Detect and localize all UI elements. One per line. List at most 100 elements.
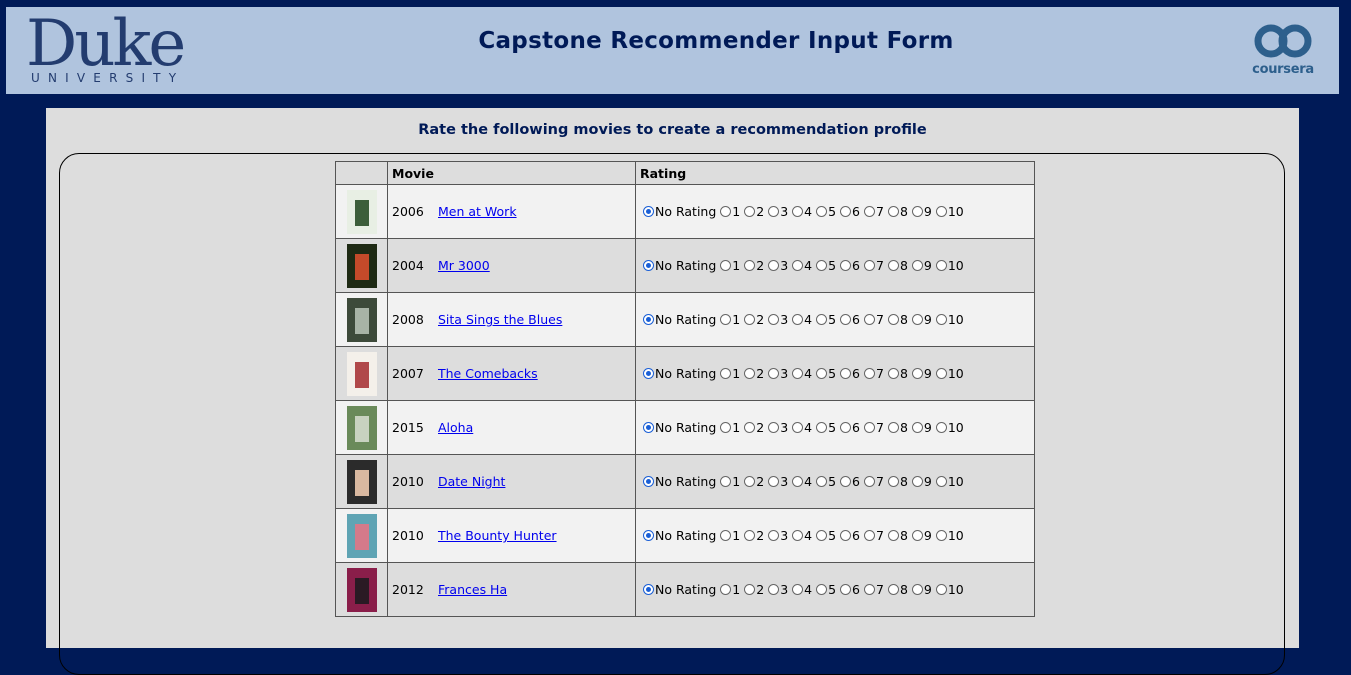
rating-radio[interactable]	[816, 368, 828, 379]
movie-title-link[interactable]: Sita Sings the Blues	[438, 312, 562, 327]
rating-radio[interactable]	[887, 584, 899, 595]
rating-radio[interactable]	[935, 422, 947, 433]
rating-option[interactable]: 5	[816, 582, 836, 597]
rating-option[interactable]: 5	[816, 528, 836, 543]
rating-radio[interactable]	[768, 260, 780, 271]
rating-option[interactable]: 1	[720, 204, 740, 219]
rating-radio[interactable]	[768, 422, 780, 433]
rating-option[interactable]: 3	[768, 366, 788, 381]
movie-title-link[interactable]: Men at Work	[438, 204, 517, 219]
rating-option[interactable]: 6	[840, 582, 860, 597]
rating-radio[interactable]	[935, 530, 947, 541]
movie-title-link[interactable]: Mr 3000	[438, 258, 490, 273]
rating-radio[interactable]	[887, 260, 899, 271]
rating-radio[interactable]	[720, 530, 732, 541]
rating-option[interactable]: 5	[816, 312, 836, 327]
rating-option[interactable]: 4	[792, 420, 812, 435]
rating-radio[interactable]	[744, 476, 756, 487]
rating-option[interactable]: No Rating	[643, 420, 716, 435]
rating-option[interactable]: 7	[864, 204, 884, 219]
rating-radio[interactable]	[911, 422, 923, 433]
rating-option[interactable]: 2	[744, 258, 764, 273]
rating-radio[interactable]	[744, 584, 756, 595]
rating-option[interactable]: 9	[911, 258, 932, 273]
rating-radio[interactable]	[720, 476, 732, 487]
rating-radio[interactable]	[864, 314, 875, 325]
rating-option[interactable]: 3	[768, 258, 788, 273]
rating-option[interactable]: 6	[840, 312, 860, 327]
rating-option[interactable]: 2	[744, 528, 764, 543]
rating-option[interactable]: No Rating	[643, 528, 716, 543]
rating-option[interactable]: 8	[887, 582, 908, 597]
rating-option[interactable]: 4	[792, 474, 812, 489]
rating-option[interactable]: 6	[840, 420, 860, 435]
rating-option[interactable]: 5	[816, 474, 836, 489]
rating-option[interactable]: 3	[768, 204, 788, 219]
rating-radio[interactable]	[744, 314, 756, 325]
rating-radio[interactable]	[792, 422, 804, 433]
rating-radio[interactable]	[792, 314, 804, 325]
rating-radio[interactable]	[744, 260, 756, 271]
rating-option[interactable]: 6	[840, 204, 860, 219]
movie-title-link[interactable]: The Bounty Hunter	[438, 528, 557, 543]
rating-radio[interactable]	[864, 530, 875, 541]
rating-option[interactable]: 3	[768, 474, 788, 489]
rating-option[interactable]: 10	[935, 420, 964, 435]
rating-radio[interactable]	[816, 206, 828, 217]
movie-title-link[interactable]: Date Night	[438, 474, 505, 489]
rating-option[interactable]: 9	[911, 204, 932, 219]
rating-option[interactable]: 10	[935, 312, 964, 327]
rating-radio[interactable]	[768, 368, 780, 379]
rating-option[interactable]: 3	[768, 582, 788, 597]
rating-radio[interactable]	[935, 314, 947, 325]
rating-option[interactable]: No Rating	[643, 474, 716, 489]
rating-option[interactable]: 2	[744, 366, 764, 381]
rating-radio[interactable]	[911, 260, 923, 271]
rating-option[interactable]: 10	[935, 582, 964, 597]
rating-radio[interactable]	[840, 530, 852, 541]
rating-option[interactable]: 2	[744, 312, 764, 327]
movie-title-link[interactable]: Aloha	[438, 420, 473, 435]
rating-option[interactable]: 3	[768, 528, 788, 543]
rating-radio[interactable]	[887, 422, 899, 433]
movie-title-link[interactable]: The Comebacks	[438, 366, 538, 381]
rating-radio[interactable]	[935, 206, 947, 217]
rating-option[interactable]: 7	[864, 258, 884, 273]
rating-option[interactable]: 10	[935, 474, 964, 489]
rating-radio[interactable]	[840, 422, 852, 433]
rating-option[interactable]: No Rating	[643, 366, 716, 381]
rating-radio[interactable]	[935, 260, 947, 271]
rating-radio[interactable]	[816, 584, 828, 595]
rating-radio[interactable]	[935, 368, 947, 379]
rating-option[interactable]: No Rating	[643, 312, 716, 327]
rating-option[interactable]: 6	[840, 474, 860, 489]
rating-radio[interactable]	[643, 422, 654, 433]
rating-radio[interactable]	[720, 422, 732, 433]
rating-option[interactable]: 4	[792, 582, 812, 597]
rating-option[interactable]: 7	[864, 312, 884, 327]
rating-option[interactable]: 8	[887, 528, 908, 543]
rating-radio[interactable]	[864, 206, 875, 217]
rating-option[interactable]: 6	[840, 258, 860, 273]
rating-radio[interactable]	[816, 476, 828, 487]
rating-radio[interactable]	[768, 314, 780, 325]
rating-option[interactable]: No Rating	[643, 204, 716, 219]
rating-radio[interactable]	[768, 476, 780, 487]
rating-option[interactable]: 2	[744, 204, 764, 219]
rating-radio[interactable]	[864, 368, 875, 379]
rating-radio[interactable]	[911, 584, 923, 595]
rating-option[interactable]: 10	[935, 258, 964, 273]
rating-radio[interactable]	[643, 476, 654, 487]
rating-radio[interactable]	[643, 584, 654, 595]
rating-radio[interactable]	[643, 206, 654, 217]
rating-radio[interactable]	[744, 368, 756, 379]
rating-radio[interactable]	[911, 368, 923, 379]
rating-option[interactable]: 5	[816, 420, 836, 435]
rating-option[interactable]: 1	[720, 258, 740, 273]
rating-radio[interactable]	[840, 314, 852, 325]
rating-option[interactable]: 1	[720, 528, 740, 543]
rating-radio[interactable]	[816, 422, 828, 433]
rating-option[interactable]: 9	[911, 582, 932, 597]
rating-radio[interactable]	[768, 584, 780, 595]
rating-radio[interactable]	[864, 584, 875, 595]
